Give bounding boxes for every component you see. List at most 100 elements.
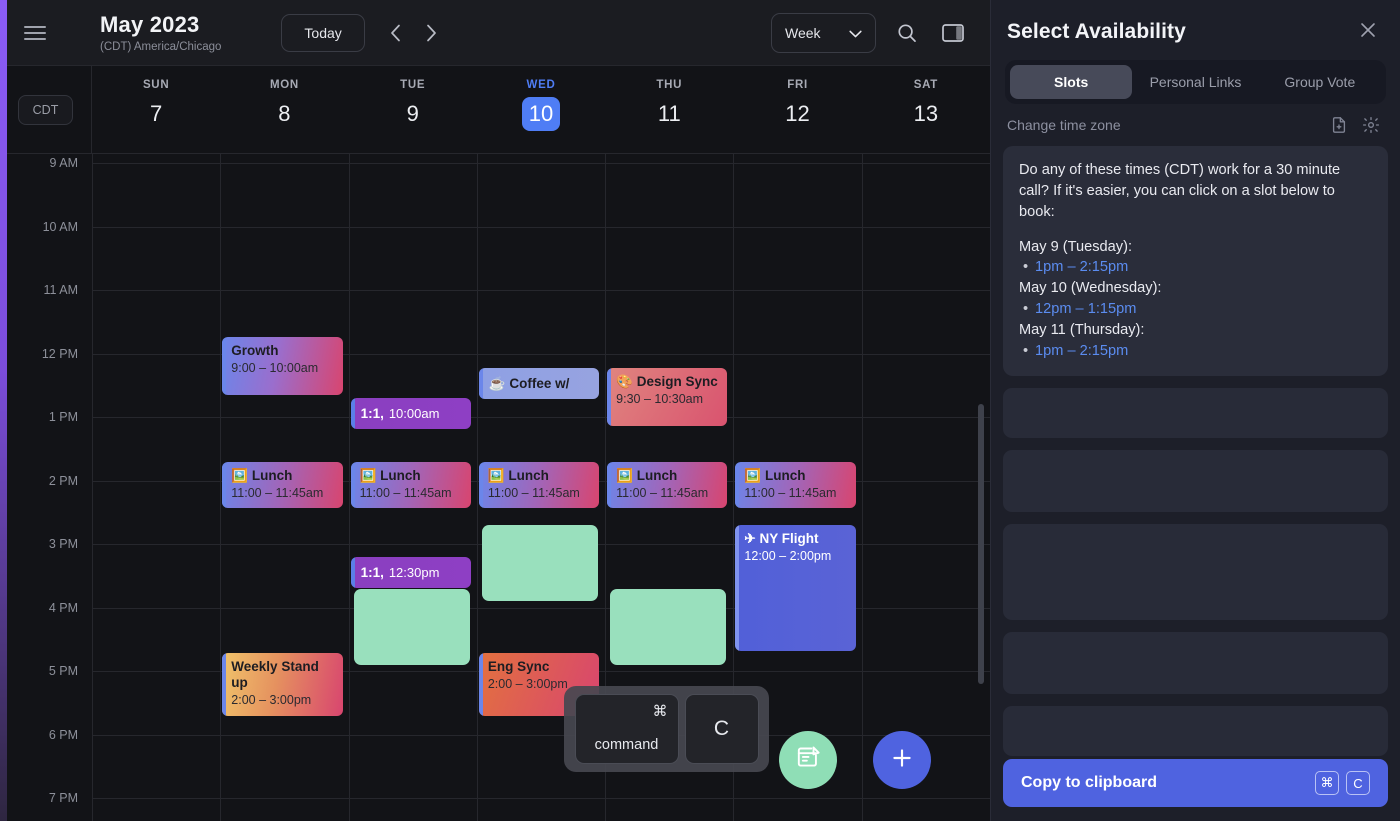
nav-arrows xyxy=(381,18,447,48)
calendar-event[interactable]: ✈ NY Flight 12:00 – 2:00pm xyxy=(735,525,856,651)
event-title: Growth xyxy=(231,343,279,358)
tab-group-vote[interactable]: Group Vote xyxy=(1259,65,1381,99)
day-column-header-wed[interactable]: WED 10 xyxy=(477,66,605,153)
calendar-event[interactable]: 🖼️ Lunch 11:00 – 11:45am xyxy=(350,462,471,508)
day-number[interactable]: 13 xyxy=(907,97,945,131)
slot-placeholder-card[interactable] xyxy=(1003,632,1388,694)
today-button[interactable]: Today xyxy=(281,13,365,52)
availability-panel: Select Availability Slots Personal Links G… xyxy=(990,0,1400,821)
keyboard-shortcut-overlay: ⌘ command C xyxy=(564,686,769,772)
event-color-stripe xyxy=(607,368,612,426)
availability-slot-block[interactable] xyxy=(610,589,727,665)
timezone-subtitle: (CDT) America/Chicago xyxy=(100,41,222,53)
calendar-event[interactable]: 🖼️ Lunch 11:00 – 11:45am xyxy=(735,462,856,508)
timezone-cell: CDT xyxy=(0,66,92,153)
page-title: May 2023 xyxy=(100,12,200,37)
day-of-week-label: TUE xyxy=(400,79,426,91)
chevron-down-icon xyxy=(849,25,862,41)
gear-icon[interactable] xyxy=(1362,116,1380,134)
calendar-grid-scroll[interactable]: 9 AM 10 AM 11 AM 12 PM 1 PM 2 PM 3 PM 4 PM 5 PM 6… xyxy=(0,154,990,821)
hamburger-icon[interactable] xyxy=(8,25,62,40)
event-title: 1:1, xyxy=(360,405,384,421)
day-of-week-label: FRI xyxy=(787,79,808,91)
message-day-label: May 11 (Thursday): xyxy=(1019,322,1145,339)
sidebar-toggle-icon[interactable] xyxy=(938,18,968,48)
search-icon[interactable] xyxy=(892,18,922,48)
view-select-label: Week xyxy=(785,24,821,41)
day-column-header-fri[interactable]: FRI 12 xyxy=(733,66,861,153)
view-select[interactable]: Week xyxy=(771,12,876,53)
event-title: Eng Sync xyxy=(487,659,550,674)
hour-label: 2 PM xyxy=(48,473,78,488)
new-document-icon[interactable] xyxy=(1330,116,1348,134)
message-groups: May 9 (Tuesday): 1pm – 2:15pm May 10 (Wedn… xyxy=(1019,237,1372,362)
day-column-header-sun[interactable]: SUN 7 xyxy=(92,66,220,153)
change-timezone-label[interactable]: Change time zone xyxy=(1007,117,1121,133)
event-color-stripe xyxy=(607,462,612,508)
day-column-header-mon[interactable]: MON 8 xyxy=(220,66,348,153)
message-time-link[interactable]: 1pm – 2:15pm xyxy=(1019,257,1372,278)
event-time: 10:00am xyxy=(388,405,440,421)
message-time-list: 12pm – 1:15pm xyxy=(1019,299,1372,320)
calendar-event[interactable]: ☕ Coffee w/ xyxy=(478,368,600,399)
message-time-list: 1pm – 2:15pm xyxy=(1019,257,1372,278)
day-number[interactable]: 11 xyxy=(650,97,688,131)
event-color-stripe xyxy=(222,337,227,395)
add-event-button[interactable] xyxy=(873,731,931,789)
day-column-header-sat[interactable]: SAT 13 xyxy=(862,66,990,153)
message-time-link[interactable]: 1pm – 2:15pm xyxy=(1019,341,1372,362)
event-title: ✈ NY Flight xyxy=(744,531,819,546)
calendar-event[interactable]: 🖼️ Lunch 11:00 – 11:45am xyxy=(478,462,600,508)
new-event-note-icon xyxy=(795,744,822,776)
calendar-event[interactable]: 🖼️ Lunch 11:00 – 11:45am xyxy=(607,462,728,508)
slot-placeholder-card[interactable] xyxy=(1003,706,1388,756)
message-time-link[interactable]: 12pm – 1:15pm xyxy=(1019,299,1372,320)
title-block: May 2023 (CDT) America/Chicago xyxy=(100,12,221,53)
calendar-scrollbar[interactable] xyxy=(978,404,984,684)
hour-label: 10 AM xyxy=(42,219,78,234)
day-number[interactable]: 9 xyxy=(394,97,432,131)
slot-placeholder-card[interactable] xyxy=(1003,450,1388,512)
key-command: ⌘ command xyxy=(574,694,679,764)
copy-to-clipboard-button[interactable]: Copy to clipboard ⌘ C xyxy=(1003,759,1388,807)
availability-slot-block[interactable] xyxy=(353,589,470,665)
message-intro: Do any of these times (CDT) work for a 3… xyxy=(1019,162,1341,220)
hour-row: 10 AM xyxy=(0,220,990,291)
calendar-event[interactable]: 1:1, 12:30pm xyxy=(350,557,471,588)
day-column-header-tue[interactable]: TUE 9 xyxy=(349,66,477,153)
calendar-event[interactable]: 🎨 Design Sync 9:30 – 10:30am xyxy=(607,368,728,426)
tab-slots[interactable]: Slots xyxy=(1010,65,1133,99)
event-title: 🖼️ Lunch xyxy=(616,468,678,483)
chevron-right-icon[interactable] xyxy=(417,18,447,48)
panel-title: Select Availability xyxy=(1007,20,1186,43)
event-time: 2:00 – 3:00pm xyxy=(231,692,312,707)
calendar-event[interactable]: 1:1, 10:00am xyxy=(350,398,471,429)
availability-message[interactable]: Do any of these times (CDT) work for a 3… xyxy=(1003,146,1388,376)
timezone-chip[interactable]: CDT xyxy=(17,94,74,125)
chevron-left-icon[interactable] xyxy=(381,18,411,48)
day-number[interactable]: 8 xyxy=(265,97,303,131)
slot-placeholder-card[interactable] xyxy=(1003,524,1388,620)
message-day-label: May 9 (Tuesday): xyxy=(1019,238,1133,255)
event-color-stripe xyxy=(350,557,355,588)
calendar-event[interactable]: Weekly Stand up 2:00 – 3:00pm xyxy=(222,653,343,716)
panel-tabs: Slots Personal Links Group Vote xyxy=(1005,60,1386,104)
day-number[interactable]: 12 xyxy=(779,97,817,131)
event-color-stripe xyxy=(350,462,355,508)
slot-placeholder-card[interactable] xyxy=(1003,388,1388,438)
calendar-event[interactable]: Growth 9:00 – 10:00am xyxy=(222,337,343,395)
calendar-event[interactable]: 🖼️ Lunch 11:00 – 11:45am xyxy=(222,462,343,508)
compose-event-button[interactable] xyxy=(779,731,837,789)
day-number[interactable]: 10 xyxy=(521,97,560,131)
day-number[interactable]: 7 xyxy=(137,97,175,131)
availability-slot-block[interactable] xyxy=(481,525,599,601)
event-time: 11:00 – 11:45am xyxy=(744,485,837,500)
hour-row: 6 PM xyxy=(0,728,990,799)
plus-icon xyxy=(889,745,915,776)
tab-personal-links[interactable]: Personal Links xyxy=(1134,65,1256,99)
close-icon[interactable] xyxy=(1358,20,1378,44)
hour-label: 7 PM xyxy=(48,791,78,805)
day-column-header-thu[interactable]: THU 11 xyxy=(605,66,733,153)
event-color-stripe xyxy=(222,653,227,716)
